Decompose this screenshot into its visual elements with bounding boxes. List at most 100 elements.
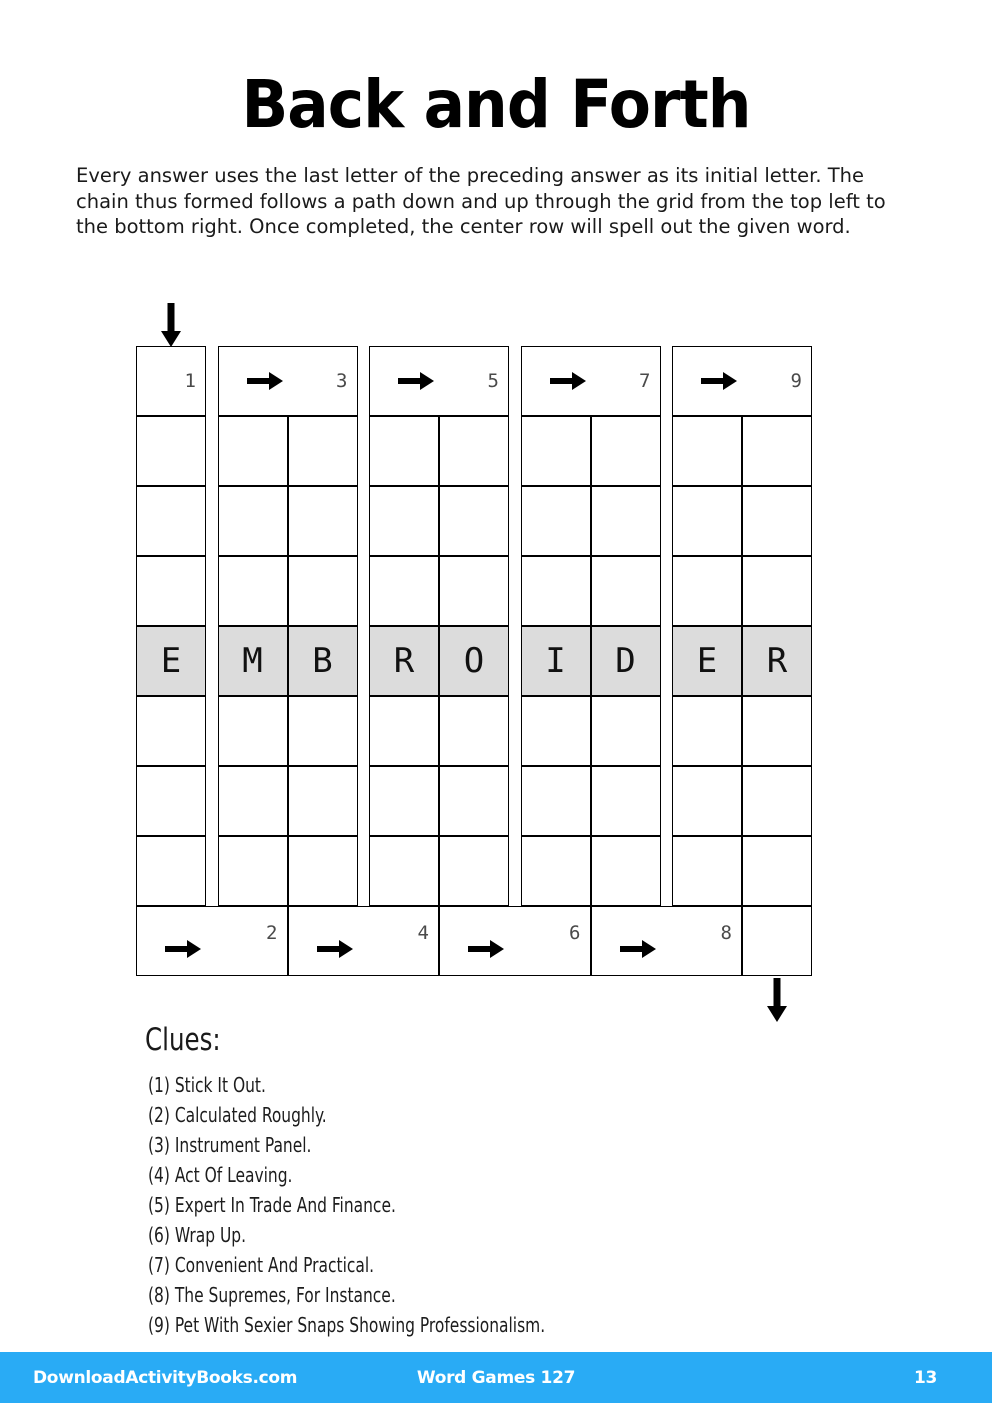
grid-cell[interactable]: [439, 556, 509, 626]
center-row-letter: O: [463, 641, 485, 681]
grid-clue-cell-bottom[interactable]: [742, 906, 812, 976]
grid-cell[interactable]: [217, 556, 288, 626]
grid-cell[interactable]: [369, 766, 439, 836]
entry-arrow-down-icon: [160, 303, 182, 347]
clue-item: (6) Wrap Up.: [148, 1223, 247, 1247]
center-row-letter: I: [545, 641, 566, 681]
center-row-letter: D: [615, 641, 636, 681]
grid-cell[interactable]: [369, 556, 439, 626]
grid-cell[interactable]: [287, 836, 358, 906]
grid-cell[interactable]: [590, 836, 661, 906]
instructions-text: Every answer uses the last letter of the…: [76, 164, 886, 238]
grid-cell[interactable]: [136, 766, 206, 836]
grid-clue-cell-bottom[interactable]: 4: [287, 906, 439, 976]
grid-cell[interactable]: [136, 836, 206, 906]
grid-cell-letter[interactable]: E: [672, 626, 742, 696]
grid-cell[interactable]: [136, 556, 206, 626]
grid-cell[interactable]: [136, 696, 206, 766]
grid-cell[interactable]: [136, 416, 206, 486]
grid-cell[interactable]: [287, 696, 358, 766]
clue-item: (8) The Supremes, For Instance.: [148, 1283, 396, 1307]
grid-clue-cell-top[interactable]: 1: [136, 346, 206, 416]
grid-cell[interactable]: [287, 556, 358, 626]
clues-list: (1) Stick It Out. (2) Calculated Roughly.…: [148, 1070, 948, 1340]
grid-cell[interactable]: [590, 696, 661, 766]
grid-cell[interactable]: [590, 416, 661, 486]
grid-cell[interactable]: [742, 696, 812, 766]
grid-cell[interactable]: [369, 696, 439, 766]
clue-item: (2) Calculated Roughly.: [148, 1103, 327, 1127]
grid-clue-cell-top[interactable]: 7: [520, 346, 661, 416]
grid-cell-letter[interactable]: B: [287, 626, 358, 696]
grid-cell[interactable]: [672, 836, 742, 906]
grid-clue-cell-bottom[interactable]: 8: [590, 906, 742, 976]
grid-cell-letter[interactable]: E: [136, 626, 206, 696]
grid-cell[interactable]: [590, 766, 661, 836]
clue-item: (3) Instrument Panel.: [148, 1133, 312, 1157]
grid-cell-letter[interactable]: M: [217, 626, 288, 696]
grid-cell[interactable]: [369, 486, 439, 556]
grid-cell[interactable]: [439, 766, 509, 836]
grid-cell-letter[interactable]: O: [439, 626, 509, 696]
grid-cell[interactable]: [742, 556, 812, 626]
grid-clue-cell-top[interactable]: 9: [672, 346, 812, 416]
grid-cell[interactable]: [590, 556, 661, 626]
arrow-right-icon: [468, 939, 504, 959]
grid-cell[interactable]: [742, 836, 812, 906]
grid-cell[interactable]: [742, 766, 812, 836]
grid-cell[interactable]: [520, 766, 591, 836]
grid-cell-letter[interactable]: I: [520, 626, 591, 696]
center-row-letter: E: [160, 641, 182, 681]
grid-cell[interactable]: [672, 696, 742, 766]
arrow-right-icon: [701, 371, 737, 391]
grid-clue-cell-top[interactable]: 5: [369, 346, 509, 416]
grid-clue-cell-bottom[interactable]: 6: [439, 906, 591, 976]
grid-cell[interactable]: [287, 486, 358, 556]
page-title: Back and Forth: [241, 66, 751, 143]
arrow-right-icon: [246, 371, 283, 391]
grid-cell[interactable]: [287, 416, 358, 486]
grid-cell[interactable]: [369, 836, 439, 906]
grid-cell[interactable]: [217, 416, 288, 486]
grid-clue-cell-bottom[interactable]: 2: [136, 906, 288, 976]
clue-number: 9: [790, 370, 802, 392]
grid-cell[interactable]: [136, 486, 206, 556]
center-row-letter: B: [312, 641, 333, 681]
grid-cell[interactable]: [672, 556, 742, 626]
clue-number: 2: [266, 921, 278, 944]
grid-cell[interactable]: [520, 416, 591, 486]
grid-cell[interactable]: [439, 486, 509, 556]
grid-cell[interactable]: [520, 556, 591, 626]
grid-cell-letter[interactable]: R: [369, 626, 439, 696]
grid-cell-letter[interactable]: D: [590, 626, 661, 696]
grid-cell[interactable]: [217, 836, 288, 906]
center-row-letter: R: [766, 641, 788, 681]
puzzle-grid: E M B R O I D E R 1 3 5 7 9 2 4 6 8: [136, 303, 847, 1022]
grid-cell[interactable]: [520, 696, 591, 766]
clue-number: 3: [336, 370, 348, 392]
grid-cell[interactable]: [742, 486, 812, 556]
clue-item: (7) Convenient And Practical.: [148, 1253, 375, 1277]
grid-cell[interactable]: [439, 416, 509, 486]
footer-book-label: Word Games 127: [416, 1367, 576, 1388]
grid-cell[interactable]: [672, 486, 742, 556]
exit-arrow-down-icon: [766, 978, 788, 1022]
grid-cell[interactable]: [439, 696, 509, 766]
grid-cell[interactable]: [439, 836, 509, 906]
grid-cell-letter[interactable]: R: [742, 626, 812, 696]
grid-cell[interactable]: [217, 486, 288, 556]
grid-cell[interactable]: [369, 416, 439, 486]
grid-cell[interactable]: [742, 416, 812, 486]
grid-cell[interactable]: [520, 836, 591, 906]
arrow-right-icon: [165, 939, 201, 959]
grid-cell[interactable]: [672, 766, 742, 836]
clue-number: 8: [720, 921, 732, 944]
grid-cell[interactable]: [672, 416, 742, 486]
grid-clue-cell-top[interactable]: 3: [217, 346, 358, 416]
grid-cell[interactable]: [217, 696, 288, 766]
grid-cell[interactable]: [217, 766, 288, 836]
grid-cell[interactable]: [590, 486, 661, 556]
grid-cell[interactable]: [520, 486, 591, 556]
grid-cell[interactable]: [287, 766, 358, 836]
clue-number: 4: [417, 921, 429, 944]
